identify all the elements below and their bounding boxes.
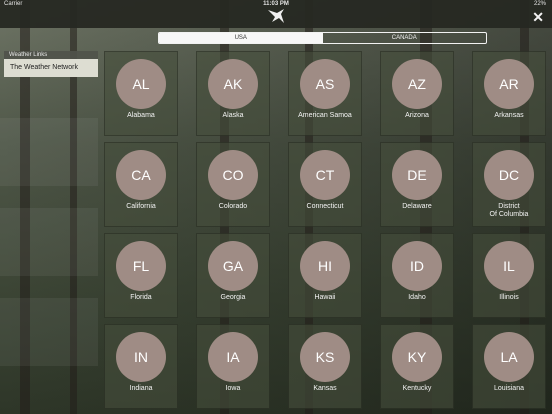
state-tile-de[interactable]: DE Delaware [380, 142, 454, 227]
state-name: Idaho [408, 294, 426, 301]
state-abbreviation: DE [392, 150, 442, 200]
app-logo-icon [268, 9, 284, 23]
state-name: Connecticut [306, 203, 344, 210]
state-abbreviation: KY [392, 332, 442, 382]
state-name: Alaska [222, 112, 244, 119]
state-abbreviation: IL [484, 241, 534, 291]
state-abbreviation: AK [208, 59, 258, 109]
state-abbreviation: CA [116, 150, 166, 200]
state-tile-ia[interactable]: IA Iowa [196, 324, 270, 409]
state-abbreviation: AZ [392, 59, 442, 109]
state-abbreviation: IA [208, 332, 258, 382]
tab-canada[interactable]: CANADA [323, 33, 487, 43]
state-tile-ks[interactable]: KS Kansas [288, 324, 362, 409]
weather-links-panel: Weather Links The Weather Network [4, 51, 98, 77]
state-tile-ar[interactable]: AR Arkansas [472, 51, 546, 136]
state-abbreviation: KS [300, 332, 350, 382]
state-tile-hi[interactable]: HI Hawaii [288, 233, 362, 318]
country-segmented-control: USA CANADA [158, 32, 487, 44]
state-tile-as[interactable]: AS American Samoa [288, 51, 362, 136]
state-name: Arizona [405, 112, 429, 119]
state-abbreviation: GA [208, 241, 258, 291]
state-name: Florida [130, 294, 152, 301]
state-tile-dc[interactable]: DC District Of Columbia [472, 142, 546, 227]
state-abbreviation: DC [484, 150, 534, 200]
state-name: District Of Columbia [489, 203, 529, 218]
state-name: Delaware [402, 203, 432, 210]
decorative-strip [0, 298, 98, 366]
top-bar: Carrier 11:03 PM 22% ✕ [0, 0, 552, 28]
state-name: Illinois [499, 294, 519, 301]
state-tile-co[interactable]: CO Colorado [196, 142, 270, 227]
state-tile-ak[interactable]: AK Alaska [196, 51, 270, 136]
state-tile-id[interactable]: ID Idaho [380, 233, 454, 318]
state-abbreviation: FL [116, 241, 166, 291]
decorative-strip [0, 118, 98, 186]
state-name: Iowa [225, 385, 241, 392]
state-name: California [126, 203, 156, 210]
state-abbreviation: AL [116, 59, 166, 109]
tab-usa[interactable]: USA [159, 33, 323, 43]
decorative-strip [0, 208, 98, 276]
state-abbreviation: CO [208, 150, 258, 200]
state-tile-ga[interactable]: GA Georgia [196, 233, 270, 318]
state-name: Georgia [220, 294, 246, 301]
state-tile-al[interactable]: AL Alabama [104, 51, 178, 136]
sidebar-item-the-weather-network[interactable]: The Weather Network [4, 59, 98, 77]
state-tile-ca[interactable]: CA California [104, 142, 178, 227]
state-tile-il[interactable]: IL Illinois [472, 233, 546, 318]
state-tile-ct[interactable]: CT Connecticut [288, 142, 362, 227]
state-tile-ky[interactable]: KY Kentucky [380, 324, 454, 409]
state-tile-fl[interactable]: FL Florida [104, 233, 178, 318]
sidebar-header: Weather Links [4, 51, 98, 59]
state-abbreviation: AR [484, 59, 534, 109]
state-name: Alabama [127, 112, 155, 119]
state-tile-la[interactable]: LA Louisiana [472, 324, 546, 409]
state-abbreviation: IN [116, 332, 166, 382]
state-name: Kentucky [402, 385, 432, 392]
state-name: Louisiana [494, 385, 524, 392]
state-name: Hawaii [314, 294, 336, 301]
state-abbreviation: LA [484, 332, 534, 382]
state-name: Colorado [218, 203, 248, 210]
battery-level: 22% [533, 1, 546, 7]
state-tile-in[interactable]: IN Indiana [104, 324, 178, 409]
state-abbreviation: HI [300, 241, 350, 291]
state-name: Arkansas [494, 112, 524, 119]
close-icon[interactable]: ✕ [532, 10, 544, 24]
state-abbreviation: ID [392, 241, 442, 291]
state-abbreviation: AS [300, 59, 350, 109]
state-tile-az[interactable]: AZ Arizona [380, 51, 454, 136]
state-name: American Samoa [298, 112, 352, 119]
state-name: Indiana [129, 385, 153, 392]
state-abbreviation: CT [300, 150, 350, 200]
state-name: Kansas [313, 385, 337, 392]
